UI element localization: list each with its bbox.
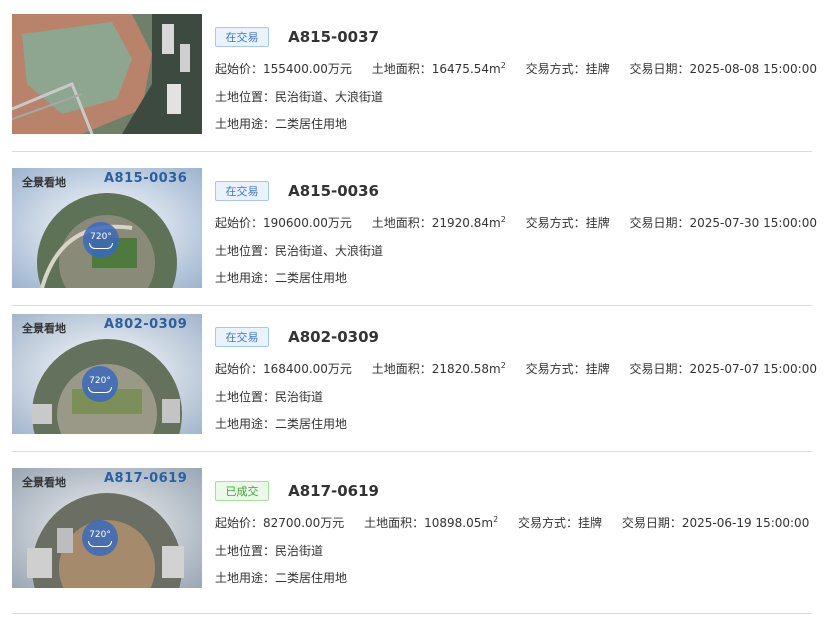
usage-label: 土地用途：: [215, 271, 276, 285]
panorama-thumbnail[interactable]: 全景看地 A815-0036 720°: [12, 168, 202, 288]
location-label: 土地位置：: [215, 544, 276, 558]
listing-item[interactable]: 全景看地 A817-0619 720° 已成交 A817-0619 起始价：82…: [12, 468, 812, 608]
land-area-value: 21920.84m: [431, 216, 501, 230]
location-label: 土地位置：: [215, 244, 276, 258]
trade-method-value: 挂牌: [578, 516, 603, 530]
trade-date-value: 2025-08-08 15:00:00: [689, 62, 817, 76]
trade-date-label: 交易日期：: [629, 62, 690, 76]
trade-method-value: 挂牌: [585, 362, 610, 376]
trade-date-value: 2025-07-30 15:00:00: [689, 216, 817, 230]
start-price-label: 起始价：: [215, 516, 264, 530]
listing-meta: 起始价：190600.00万元 土地面积：21920.84m2 交易方式：挂牌 …: [215, 214, 825, 231]
trade-method-value: 挂牌: [585, 216, 610, 230]
listing-item[interactable]: 在交易 A815-0037 起始价：155400.00万元 土地面积：16475…: [12, 14, 817, 154]
trade-method-value: 挂牌: [585, 62, 610, 76]
usage-value: 二类居住用地: [275, 571, 348, 585]
land-area-value: 16475.54m: [431, 62, 501, 76]
panorama-720-icon[interactable]: 720°: [82, 520, 118, 556]
usage-value: 二类居住用地: [275, 417, 348, 431]
usage-label: 土地用途：: [215, 417, 276, 431]
start-price-value: 168400.00万元: [263, 362, 352, 376]
location-value: 民治街道: [275, 544, 324, 558]
listing-code[interactable]: A815-0037: [288, 28, 379, 46]
panorama-code-text: A817-0619: [104, 471, 188, 486]
trade-date-label: 交易日期：: [621, 516, 682, 530]
panorama-thumbnail[interactable]: 全景看地 A802-0309 720°: [12, 314, 202, 434]
trade-date-value: 2025-06-19 15:00:00: [681, 516, 810, 530]
start-price-label: 起始价：: [215, 62, 264, 76]
usage-label: 土地用途：: [215, 117, 276, 131]
trade-method-label: 交易方式：: [525, 216, 586, 230]
location-label: 土地位置：: [215, 390, 276, 404]
trade-method-label: 交易方式：: [525, 62, 586, 76]
land-area-value: 21820.58m: [431, 362, 501, 376]
location-value: 民治街道、大浪街道: [275, 244, 384, 258]
panorama-logo-text: 全景看地: [22, 176, 66, 189]
start-price-value: 82700.00万元: [263, 516, 345, 530]
divider: [12, 305, 812, 306]
area-unit-exponent: 2: [500, 61, 506, 70]
panorama-thumbnail[interactable]: 全景看地 A817-0619 720°: [12, 468, 202, 588]
location-label: 土地位置：: [215, 90, 276, 104]
land-area-label: 土地面积：: [371, 62, 432, 76]
panorama-720-icon[interactable]: 720°: [82, 366, 118, 402]
status-badge: 在交易: [215, 26, 269, 47]
listing-meta: 起始价：155400.00万元 土地面积：16475.54m2 交易方式：挂牌 …: [215, 60, 825, 77]
status-badge: 已成交: [215, 480, 269, 501]
start-price-label: 起始价：: [215, 362, 264, 376]
panorama-logo-text: 全景看地: [22, 476, 66, 489]
land-area-value: 10898.05m: [424, 516, 494, 530]
listing-item[interactable]: 全景看地 A802-0309 720° 在交易 A802-0309 起始价：16…: [12, 314, 817, 454]
listing-code[interactable]: A802-0309: [288, 328, 379, 346]
area-unit-exponent: 2: [500, 215, 506, 224]
panorama-720-icon[interactable]: 720°: [83, 222, 119, 258]
land-area-label: 土地面积：: [371, 362, 432, 376]
trade-method-label: 交易方式：: [525, 362, 586, 376]
land-area-label: 土地面积：: [364, 516, 425, 530]
start-price-value: 155400.00万元: [263, 62, 352, 76]
usage-label: 土地用途：: [215, 571, 276, 585]
area-unit-exponent: 2: [493, 515, 499, 524]
divider: [12, 613, 812, 614]
panorama-code-text: A815-0036: [104, 171, 188, 186]
listing-code[interactable]: A817-0619: [288, 482, 379, 500]
usage-value: 二类居住用地: [275, 271, 348, 285]
divider: [12, 151, 812, 152]
status-badge: 在交易: [215, 326, 269, 347]
land-area-label: 土地面积：: [371, 216, 432, 230]
location-value: 民治街道、大浪街道: [275, 90, 384, 104]
trade-date-label: 交易日期：: [629, 362, 690, 376]
trade-date-label: 交易日期：: [629, 216, 690, 230]
location-value: 民治街道: [275, 390, 324, 404]
area-unit-exponent: 2: [500, 361, 506, 370]
divider: [12, 451, 812, 452]
panorama-code-text: A802-0309: [104, 317, 188, 332]
start-price-label: 起始价：: [215, 216, 264, 230]
panorama-logo-text: 全景看地: [22, 322, 66, 335]
usage-value: 二类居住用地: [275, 117, 348, 131]
status-badge: 在交易: [215, 180, 269, 201]
trade-date-value: 2025-07-07 15:00:00: [689, 362, 817, 376]
listing-item[interactable]: 全景看地 A815-0036 720° 在交易 A815-0036 起始价：19…: [12, 168, 817, 308]
listing-meta: 起始价：168400.00万元 土地面积：21820.58m2 交易方式：挂牌 …: [215, 360, 825, 377]
trade-method-label: 交易方式：: [518, 516, 579, 530]
start-price-value: 190600.00万元: [263, 216, 352, 230]
land-aerial-thumbnail[interactable]: [12, 14, 202, 134]
listing-meta: 起始价：82700.00万元 土地面积：10898.05m2 交易方式：挂牌 交…: [215, 514, 825, 531]
listing-code[interactable]: A815-0036: [288, 182, 379, 200]
